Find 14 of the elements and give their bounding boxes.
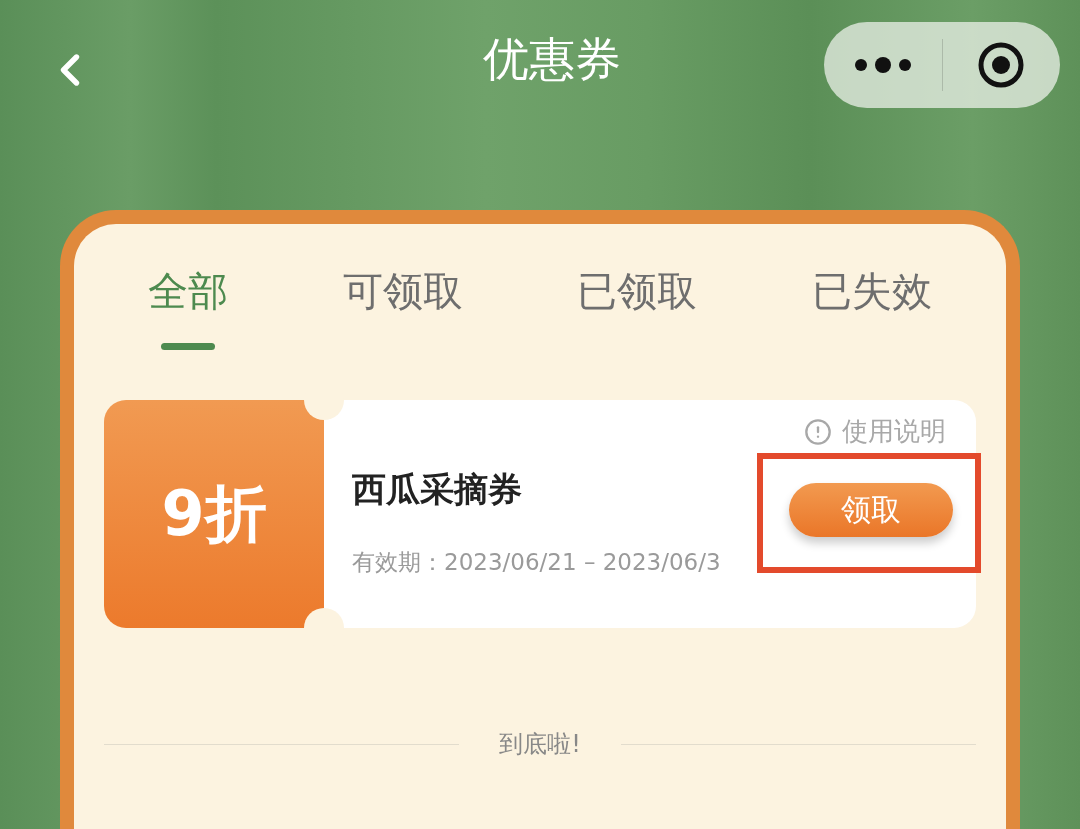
end-of-list-text: 到底啦!: [499, 729, 581, 760]
page-title: 优惠券: [483, 31, 621, 88]
tab[interactable]: 全部: [148, 264, 228, 350]
tab[interactable]: 已领取: [577, 264, 698, 350]
tab[interactable]: 已失效: [811, 264, 932, 350]
usage-info-link[interactable]: 使用说明: [804, 414, 946, 449]
usage-info-text: 使用说明: [842, 415, 946, 448]
tab[interactable]: 可领取: [342, 264, 463, 350]
discount-label: 9折: [104, 400, 324, 628]
coupon-name: 西瓜采摘券: [352, 468, 523, 511]
claim-button[interactable]: 领取: [789, 483, 953, 537]
info-icon: [804, 417, 832, 446]
more-dots-icon: [852, 55, 913, 75]
validity-period: 有效期：2023/06/21 – 2023/06/3: [352, 548, 722, 577]
